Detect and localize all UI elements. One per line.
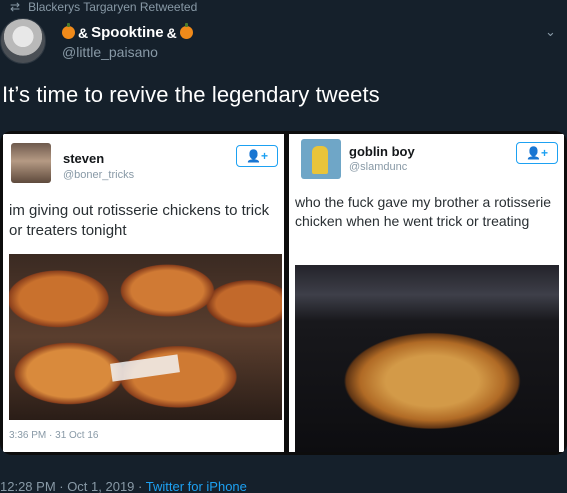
retweet-icon: ⇄ <box>10 0 21 14</box>
author-handle[interactable]: @little_paisano <box>62 44 158 60</box>
embedded-author-handle: @slamdunc <box>349 161 408 173</box>
retweet-indicator[interactable]: ⇄ Blackerys Targaryen Retweeted <box>10 0 197 14</box>
avatar <box>301 139 341 179</box>
embedded-tweet-text: im giving out rotisserie chickens to tri… <box>9 202 270 239</box>
follow-button: 👤 + <box>516 142 558 164</box>
price-label <box>110 354 180 382</box>
tweet-author: & Spooktine & @little_paisano ⌄ <box>0 18 567 66</box>
follow-button: 👤 + <box>236 145 278 167</box>
embedded-author-handle: @boner_tricks <box>63 169 135 181</box>
screenshot-right: goblin boy @slamdunc 👤 + who the fuck gav… <box>289 134 564 452</box>
screenshot-left: steven @boner_tricks 👤 + im giving out ro… <box>3 134 284 452</box>
rotisserie-chicken-photo <box>295 265 559 452</box>
ghost-glyph: & <box>166 24 177 41</box>
author-display-name[interactable]: & Spooktine & <box>62 23 193 41</box>
tweet-source-link[interactable]: Twitter for iPhone <box>146 479 247 493</box>
avatar <box>11 143 51 183</box>
embedded-timestamp: 3:36 PM · 31 Oct 16 <box>9 430 99 441</box>
author-name-text: Spooktine <box>91 24 164 41</box>
chevron-down-icon[interactable]: ⌄ <box>545 24 559 39</box>
tweet-media[interactable]: steven @boner_tricks 👤 + im giving out ro… <box>0 131 567 455</box>
add-user-icon: 👤 <box>246 149 261 163</box>
rotisserie-chickens-photo <box>9 254 282 420</box>
tweet-text: It’s time to revive the legendary tweets <box>2 82 380 107</box>
pumpkin-icon <box>179 23 193 39</box>
tweet-footer: 12:28 PM · Oct 1, 2019 · Twitter for iPh… <box>0 479 247 493</box>
embedded-author-name: steven <box>63 151 105 166</box>
follow-plus: + <box>260 149 268 163</box>
tweet-timestamp[interactable]: 12:28 PM · Oct 1, 2019 · <box>0 479 146 493</box>
retweet-text: Blackerys Targaryen Retweeted <box>28 0 198 14</box>
embedded-author-name: goblin boy <box>349 144 415 159</box>
embedded-tweet-text: who the fuck gave my brother a rotisseri… <box>295 194 552 229</box>
follow-plus: + <box>540 146 548 160</box>
avatar[interactable] <box>0 18 46 64</box>
add-user-icon: 👤 <box>526 146 541 160</box>
ghost-glyph: & <box>78 24 89 41</box>
pumpkin-icon <box>62 23 75 39</box>
